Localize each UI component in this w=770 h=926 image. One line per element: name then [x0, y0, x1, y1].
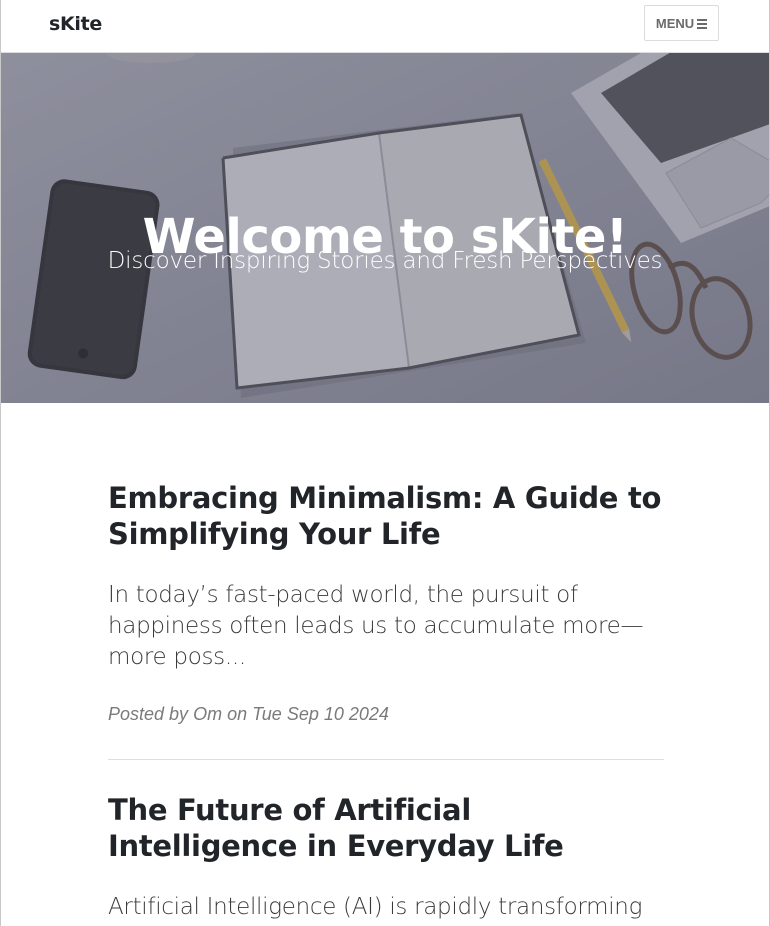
meta-prefix: Posted by	[108, 704, 189, 724]
navbar: sKite MENU	[1, 0, 769, 53]
post-excerpt: In today’s fast-paced world, the pursuit…	[108, 582, 644, 670]
author-link[interactable]: Om	[193, 704, 222, 724]
page: sKite MENU Welcome to sKite! Discover In…	[0, 0, 770, 926]
post-title: The Future of Artificial Intelligence in…	[108, 793, 564, 863]
post-link[interactable]: Embracing Minimalism: A Guide to Simplif…	[108, 480, 664, 673]
post-preview: Embracing Minimalism: A Guide to Simplif…	[108, 480, 664, 725]
post-excerpt: Artificial Intelligence (AI) is rapidly …	[108, 894, 643, 920]
post-title: Embracing Minimalism: A Guide to Simplif…	[108, 481, 662, 551]
meta-on: on	[227, 704, 248, 724]
post-list: Embracing Minimalism: A Guide to Simplif…	[108, 480, 664, 923]
menu-button[interactable]: MENU	[644, 5, 719, 41]
post-link[interactable]: The Future of Artificial Intelligence in…	[108, 792, 664, 923]
post-meta: Posted by Om on Tue Sep 10 2024	[108, 704, 664, 725]
hero-subtitle: Discover Inspiring Stories and Fresh Per…	[107, 248, 663, 274]
hamburger-icon	[697, 18, 708, 29]
brand-logo[interactable]: sKite	[49, 13, 102, 35]
hero-banner: Welcome to sKite! Discover Inspiring Sto…	[1, 53, 769, 403]
post-preview: The Future of Artificial Intelligence in…	[108, 792, 664, 923]
menu-label: MENU	[655, 15, 695, 31]
post-divider	[108, 759, 664, 760]
post-date: Tue Sep 10 2024	[252, 704, 389, 724]
